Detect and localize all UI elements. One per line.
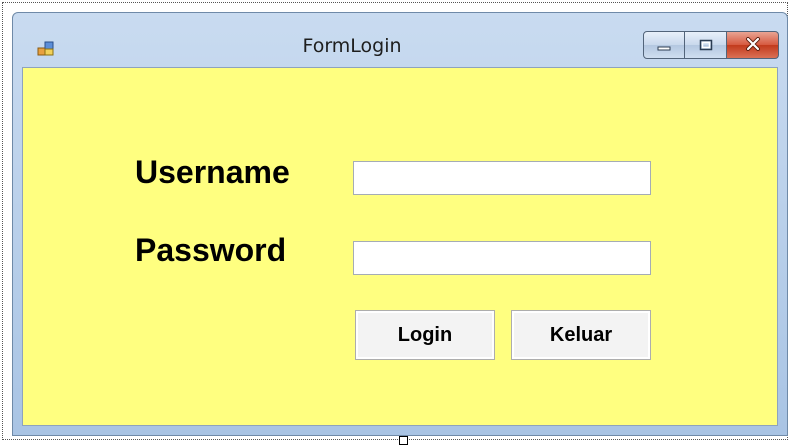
caption-buttons (643, 31, 779, 59)
exit-button[interactable]: Keluar (511, 310, 651, 360)
close-icon (745, 36, 761, 55)
form-window: FormLogin Username Password Login Keluar (12, 12, 788, 436)
login-button[interactable]: Login (355, 310, 495, 360)
password-input[interactable] (353, 241, 651, 275)
username-label: Username (135, 154, 290, 190)
maximize-icon (699, 36, 713, 55)
minimize-button[interactable] (643, 31, 685, 59)
maximize-button[interactable] (685, 31, 727, 59)
form-client-area: Username Password Login Keluar (22, 67, 778, 426)
username-input[interactable] (353, 161, 651, 195)
title-bar[interactable]: FormLogin (13, 13, 787, 67)
resize-handle[interactable] (399, 436, 408, 445)
password-label: Password (135, 232, 287, 268)
minimize-icon (657, 36, 671, 55)
close-button[interactable] (727, 31, 779, 59)
